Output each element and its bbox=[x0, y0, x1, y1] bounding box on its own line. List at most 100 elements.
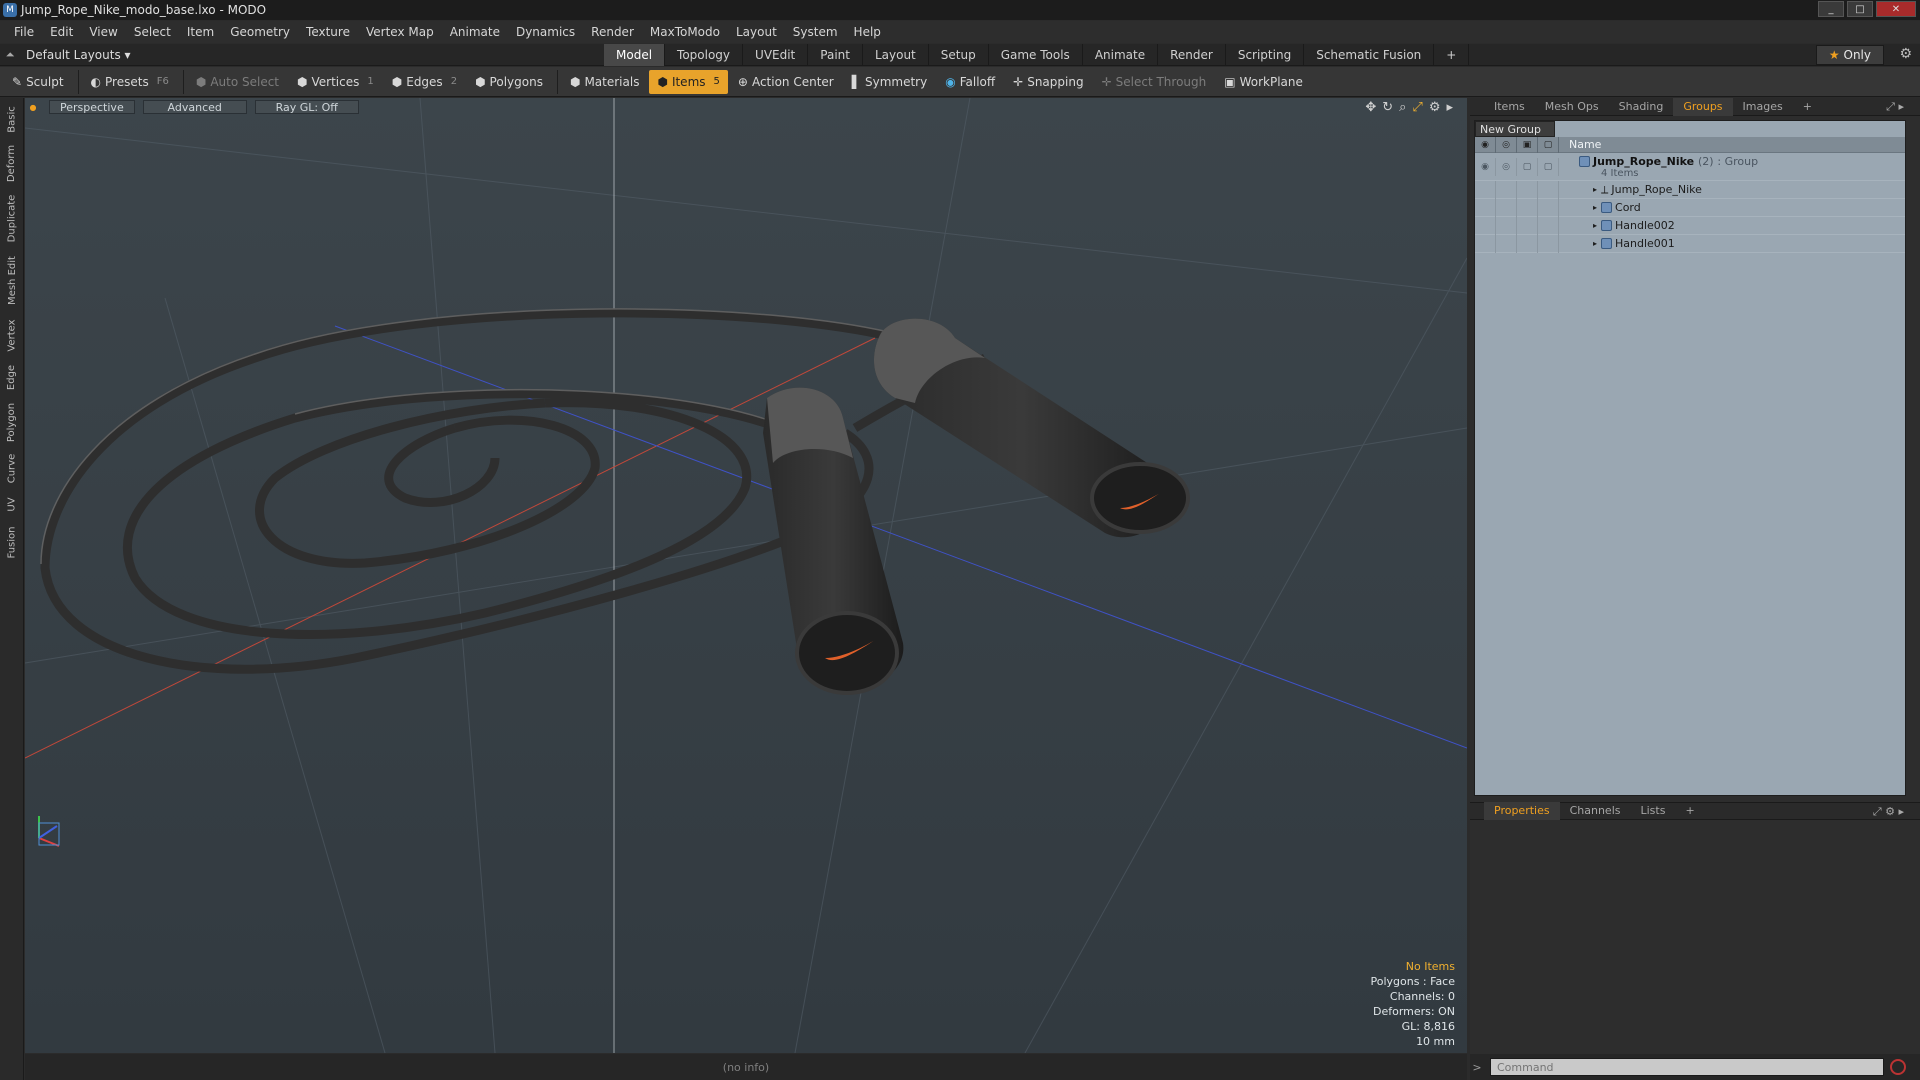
only-toggle[interactable]: ★ Only bbox=[1815, 45, 1884, 65]
menu-vertex-map[interactable]: Vertex Map bbox=[358, 25, 442, 39]
expand-arrow-icon[interactable]: ▸ bbox=[1593, 221, 1597, 230]
symmetry-button[interactable]: ▌ Symmetry bbox=[844, 70, 935, 94]
tab-duplicate[interactable]: Duplicate bbox=[0, 190, 24, 246]
menu-dynamics[interactable]: Dynamics bbox=[508, 25, 583, 39]
name-column-header[interactable]: Name bbox=[1559, 138, 1601, 151]
select-through-button[interactable]: ✛ Select Through bbox=[1094, 70, 1215, 94]
tab-layout[interactable]: Layout bbox=[863, 44, 929, 66]
items-button[interactable]: ⬢ Items 5 bbox=[649, 69, 728, 94]
menu-geometry[interactable]: Geometry bbox=[222, 25, 298, 39]
list-item[interactable]: ▸ Handle002 bbox=[1475, 216, 1905, 235]
expand-arrow-icon[interactable]: ▸ bbox=[1593, 203, 1597, 212]
tab-setup[interactable]: Setup bbox=[929, 44, 989, 66]
vertices-button[interactable]: ⬢ Vertices 1 bbox=[289, 70, 382, 94]
workplane-button[interactable]: ▣ WorkPlane bbox=[1216, 70, 1311, 94]
tab-polygon[interactable]: Polygon bbox=[0, 398, 24, 446]
edges-button[interactable]: ⬢ Edges 2 bbox=[384, 70, 465, 94]
tab-game-tools[interactable]: Game Tools bbox=[989, 44, 1083, 66]
close-button[interactable]: ✕ bbox=[1876, 1, 1916, 17]
menu-system[interactable]: System bbox=[785, 25, 846, 39]
menu-layout[interactable]: Layout bbox=[728, 25, 785, 39]
presets-button[interactable]: ◐ Presets F6 bbox=[83, 70, 177, 94]
new-group-button[interactable]: New Group bbox=[1475, 121, 1555, 137]
snapping-button[interactable]: ✛ Snapping bbox=[1005, 70, 1091, 94]
panel-expand-icon[interactable]: ⤢ ▸ bbox=[1876, 98, 1914, 116]
visibility-column-icon[interactable]: ◉ bbox=[1475, 136, 1496, 153]
add-properties-tab-button[interactable]: + bbox=[1675, 802, 1704, 820]
add-tab-button[interactable]: + bbox=[1434, 44, 1470, 66]
pan-icon[interactable]: ✥ bbox=[1365, 100, 1376, 115]
tab-curve[interactable]: Curve bbox=[0, 450, 24, 486]
tab-lists[interactable]: Lists bbox=[1631, 802, 1676, 820]
tab-items[interactable]: Items bbox=[1484, 98, 1535, 116]
tab-paint[interactable]: Paint bbox=[808, 44, 863, 66]
tab-scripting[interactable]: Scripting bbox=[1226, 44, 1305, 66]
menu-edit[interactable]: Edit bbox=[42, 25, 81, 39]
group-row[interactable]: ◉ ◎ ▢ ▢ Jump_Rope_Nike (2) : Group 4 Ite… bbox=[1475, 153, 1905, 181]
tab-shading[interactable]: Shading bbox=[1609, 98, 1674, 116]
viewport-gear-icon[interactable]: ⚙ bbox=[1429, 100, 1441, 115]
viewport-expand-icon[interactable]: ▸ bbox=[1446, 100, 1453, 115]
zoom-icon[interactable]: ⌕ bbox=[1399, 100, 1406, 115]
auto-select-button[interactable]: ⬢ Auto Select bbox=[188, 70, 287, 94]
polygons-button[interactable]: ⬢ Polygons bbox=[467, 70, 551, 94]
expand-arrow-icon[interactable]: ▸ bbox=[1593, 185, 1597, 194]
menu-view[interactable]: View bbox=[81, 25, 125, 39]
tab-fusion[interactable]: Fusion bbox=[0, 522, 24, 562]
tab-properties[interactable]: Properties bbox=[1484, 802, 1560, 820]
menu-help[interactable]: Help bbox=[846, 25, 889, 39]
tab-topology[interactable]: Topology bbox=[665, 44, 744, 66]
tab-groups[interactable]: Groups bbox=[1673, 97, 1733, 116]
fit-icon[interactable]: ⤢ bbox=[1412, 100, 1422, 115]
viewport-menu-icon[interactable]: ● bbox=[25, 103, 41, 112]
menu-maxtomodo[interactable]: MaxToModo bbox=[642, 25, 728, 39]
tab-basic[interactable]: Basic bbox=[0, 102, 24, 136]
tab-images[interactable]: Images bbox=[1733, 98, 1793, 116]
tab-animate[interactable]: Animate bbox=[1083, 44, 1159, 66]
menu-texture[interactable]: Texture bbox=[298, 25, 358, 39]
menu-file[interactable]: File bbox=[6, 25, 42, 39]
list-item[interactable]: ▸ ⟂ Jump_Rope_Nike bbox=[1475, 180, 1905, 199]
tab-mesh-ops[interactable]: Mesh Ops bbox=[1535, 98, 1609, 116]
menu-animate[interactable]: Animate bbox=[442, 25, 508, 39]
properties-expand-icon[interactable]: ⤢ ⚙ ▸ bbox=[1863, 803, 1914, 821]
lock-toggle-icon[interactable]: ▢ bbox=[1517, 157, 1538, 176]
lock-column-icon[interactable]: ▣ bbox=[1517, 136, 1538, 153]
gear-icon[interactable]: ⚙ bbox=[1899, 46, 1912, 62]
tab-vertex[interactable]: Vertex bbox=[0, 314, 24, 356]
command-stop-icon[interactable] bbox=[1890, 1059, 1906, 1075]
tab-render[interactable]: Render bbox=[1158, 44, 1226, 66]
add-panel-tab-button[interactable]: + bbox=[1793, 98, 1822, 116]
tab-uvedit[interactable]: UVEdit bbox=[743, 44, 809, 66]
tab-schematic-fusion[interactable]: Schematic Fusion bbox=[1304, 44, 1435, 66]
render-column-icon[interactable]: ◎ bbox=[1496, 136, 1517, 153]
command-history-icon[interactable]: > bbox=[1470, 1061, 1484, 1074]
list-item[interactable]: ▸ Cord bbox=[1475, 198, 1905, 217]
materials-button[interactable]: ⬢ Materials bbox=[562, 70, 648, 94]
sculpt-button[interactable]: ✎ Sculpt bbox=[4, 70, 72, 94]
tab-edge[interactable]: Edge bbox=[0, 360, 24, 394]
rotate-icon[interactable]: ↻ bbox=[1382, 100, 1393, 115]
render-toggle-icon[interactable]: ◎ bbox=[1496, 157, 1517, 176]
default-layouts-dropdown[interactable]: Default Layouts ▾ bbox=[20, 48, 137, 62]
projection-dropdown[interactable]: Perspective bbox=[49, 100, 135, 114]
action-center-button[interactable]: ⊕ Action Center bbox=[730, 70, 842, 94]
expand-arrow-icon[interactable]: ▸ bbox=[1593, 239, 1597, 248]
tab-mesh-edit[interactable]: Mesh Edit bbox=[0, 250, 24, 310]
menu-render[interactable]: Render bbox=[583, 25, 642, 39]
select-toggle-icon[interactable]: ▢ bbox=[1538, 157, 1559, 176]
shading-dropdown[interactable]: Advanced bbox=[142, 100, 247, 114]
minimize-button[interactable]: _ bbox=[1818, 1, 1844, 17]
maximize-button[interactable]: □ bbox=[1847, 1, 1873, 17]
raygl-toggle[interactable]: Ray GL: Off bbox=[254, 100, 359, 114]
tab-deform[interactable]: Deform bbox=[0, 140, 24, 186]
layout-pin-icon[interactable]: ⏶ bbox=[0, 48, 20, 62]
select-column-icon[interactable]: ▢ bbox=[1538, 136, 1559, 153]
visibility-toggle-icon[interactable]: ◉ bbox=[1475, 157, 1496, 176]
3d-viewport[interactable]: ● Perspective Advanced Ray GL: Off ✥ ↻ ⌕… bbox=[25, 98, 1467, 1053]
tab-model[interactable]: Model bbox=[604, 44, 666, 66]
menu-select[interactable]: Select bbox=[126, 25, 179, 39]
menu-item[interactable]: Item bbox=[179, 25, 222, 39]
list-item[interactable]: ▸ Handle001 bbox=[1475, 234, 1905, 253]
falloff-button[interactable]: ◉ Falloff bbox=[937, 70, 1003, 94]
